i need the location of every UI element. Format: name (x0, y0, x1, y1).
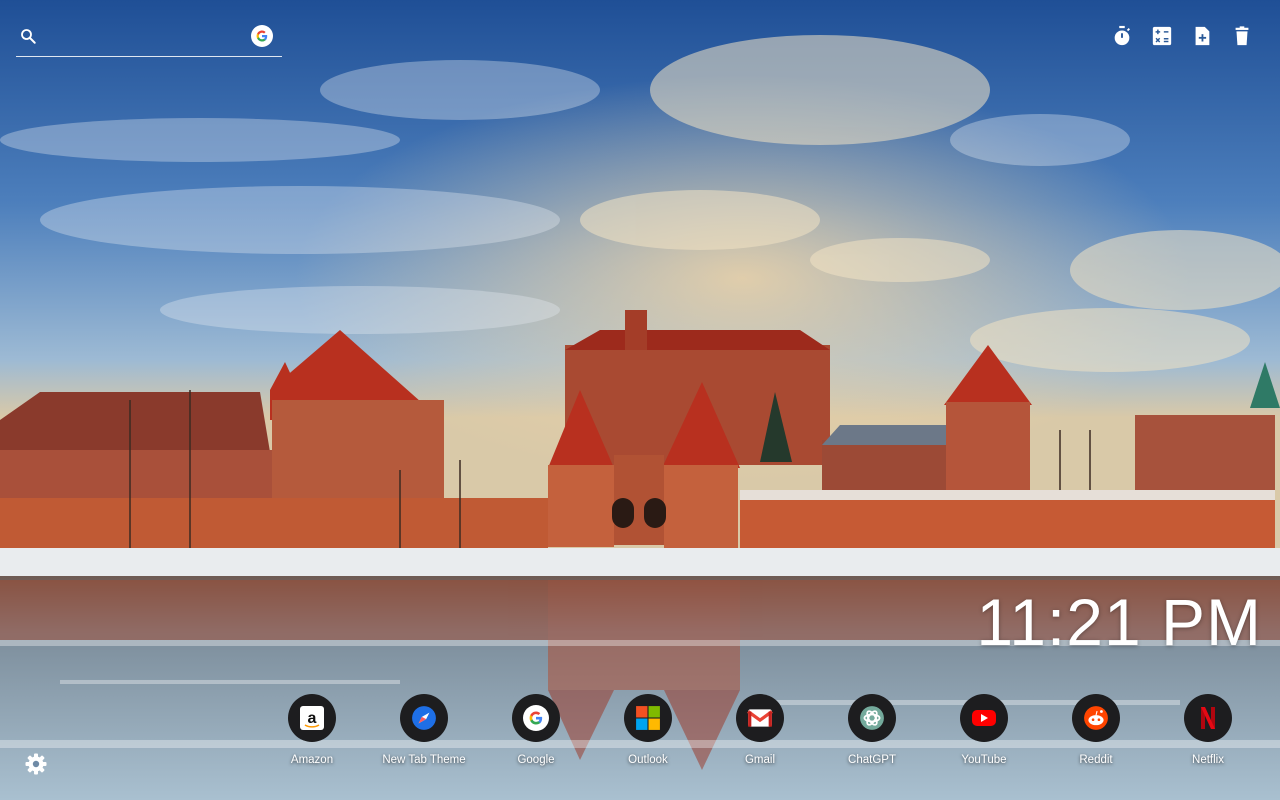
shortcut-label: Amazon (290, 754, 334, 766)
shortcut-netflix[interactable]: Netflix (1152, 694, 1264, 766)
shortcut-google[interactable]: Google (480, 694, 592, 766)
google-search-engine-icon[interactable] (251, 25, 273, 47)
shortcut-label: Netflix (1192, 754, 1224, 766)
shortcut-label: YouTube (961, 754, 1007, 766)
amazon-icon[interactable]: a (288, 694, 336, 742)
shortcut-outlook[interactable]: Outlook (592, 694, 704, 766)
youtube-icon[interactable] (960, 694, 1008, 742)
shortcut-label: New Tab Theme (382, 754, 466, 766)
search-icon[interactable] (19, 27, 37, 45)
shortcut-label: Gmail (744, 754, 776, 766)
background-wallpaper (0, 0, 1280, 800)
netflix-icon[interactable] (1184, 694, 1232, 742)
shortcut-amazon[interactable]: a Amazon (256, 694, 368, 766)
shortcut-label: ChatGPT (848, 754, 896, 766)
gmail-icon[interactable] (736, 694, 784, 742)
new-note-icon[interactable] (1190, 24, 1214, 48)
shortcut-chatgpt[interactable]: ChatGPT (816, 694, 928, 766)
google-icon[interactable] (512, 694, 560, 742)
top-toolbar (1110, 24, 1254, 48)
shortcuts-bar: a Amazon New Tab Theme Google Outlook Gm (256, 694, 1264, 766)
shortcut-label: Google (517, 754, 555, 766)
clock: 11:21 PM (976, 585, 1262, 659)
chatgpt-icon[interactable] (848, 694, 896, 742)
svg-text:a: a (308, 710, 317, 727)
gear-icon[interactable] (24, 752, 48, 776)
search-bar[interactable] (16, 22, 282, 57)
search-input[interactable] (48, 24, 248, 52)
reddit-icon[interactable] (1072, 694, 1120, 742)
shortcut-label: Outlook (628, 754, 668, 766)
calculator-icon[interactable] (1150, 24, 1174, 48)
shortcut-gmail[interactable]: Gmail (704, 694, 816, 766)
shortcut-youtube[interactable]: YouTube (928, 694, 1040, 766)
shortcut-label: Reddit (1079, 754, 1113, 766)
shortcut-new-tab-theme[interactable]: New Tab Theme (368, 694, 480, 766)
new-tab-theme-icon[interactable] (400, 694, 448, 742)
shortcut-reddit[interactable]: Reddit (1040, 694, 1152, 766)
timer-icon[interactable] (1110, 24, 1134, 48)
microsoft-icon[interactable] (624, 694, 672, 742)
trash-icon[interactable] (1230, 24, 1254, 48)
